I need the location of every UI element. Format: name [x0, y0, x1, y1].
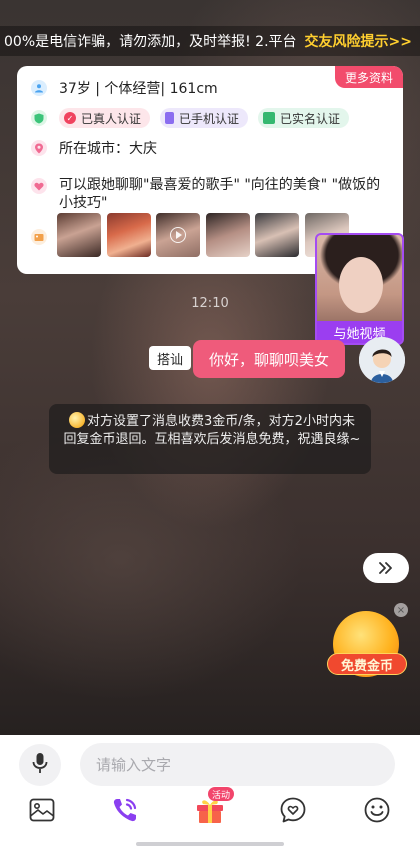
home-indicator — [136, 842, 284, 846]
phone-verified-badge: 已手机认证 — [160, 108, 249, 128]
free-coins-promo[interactable]: 免费金币 × — [327, 603, 408, 683]
activity-badge: 活动 — [208, 787, 235, 801]
album-video[interactable] — [156, 213, 200, 257]
verification-row: ✓ 已真人认证 已手机认证 已实名认证 — [31, 108, 359, 128]
real-person-badge: ✓ 已真人认证 — [59, 108, 151, 128]
gift-button[interactable] — [195, 797, 225, 827]
coin-icon — [69, 412, 86, 428]
system-notice: 对方设置了消息收费3金币/条，对方2小时内未回复金币退回。互相喜欢后发消息免费，… — [49, 404, 371, 474]
id-card-icon — [263, 112, 276, 124]
city-text: 所在城市：大庆 — [59, 141, 157, 157]
avatar[interactable] — [359, 337, 405, 383]
album-photo[interactable] — [57, 213, 101, 257]
chat-options-button[interactable] — [278, 797, 308, 827]
album-photo[interactable] — [255, 213, 299, 257]
album-icon — [31, 229, 47, 245]
message-timestamp: 12:10 — [191, 296, 229, 311]
free-coins-label[interactable]: 免费金币 — [327, 653, 407, 675]
check-icon: ✓ — [64, 112, 76, 124]
voice-input-button[interactable] — [19, 744, 61, 786]
warning-text: 00%是电信诈骗，请勿添加，及时举报! 2.平台 — [4, 34, 297, 50]
scroll-to-bottom-button[interactable] — [363, 553, 409, 583]
phone-call-icon — [111, 796, 139, 828]
fraud-warning-banner: 00%是电信诈骗，请勿添加，及时举报! 2.平台 交友风险提示>> — [0, 26, 420, 56]
smiley-icon — [363, 796, 391, 828]
system-notice-text: 对方设置了消息收费3金币/条，对方2小时内未回复金币退回。互相喜欢后发消息免费，… — [63, 414, 361, 447]
real-person-label: 已真人认证 — [81, 111, 142, 126]
bottom-input-bar: 活动 — [0, 735, 420, 847]
microphone-icon — [32, 752, 48, 778]
topics-row: 可以跟她聊聊"最喜爱的歌手" "向往的美食" "做饭的小技巧" — [31, 176, 391, 212]
phone-verified-label: 已手机认证 — [179, 111, 240, 126]
video-call-thumbnail[interactable]: 与她视频 — [315, 233, 404, 345]
heart-chat-icon — [279, 796, 307, 828]
city-row: 所在城市：大庆 — [31, 138, 157, 158]
basic-info-text: 37岁 | 个体经营| 161cm — [59, 81, 218, 97]
image-icon — [29, 798, 55, 826]
play-icon — [170, 227, 186, 243]
call-button[interactable] — [110, 797, 140, 827]
accost-tag: 搭讪 — [149, 346, 192, 370]
sent-message-bubble[interactable]: 你好，聊聊呗美女 — [193, 340, 345, 378]
realname-verified-badge: 已实名认证 — [258, 108, 350, 128]
double-chevron-right-icon — [378, 559, 394, 578]
more-info-button[interactable]: 更多资料 — [335, 66, 403, 88]
person-icon — [31, 80, 47, 96]
album-photo[interactable] — [106, 213, 151, 257]
risk-tips-link[interactable]: 交友风险提示>> — [297, 31, 420, 51]
close-promo-button[interactable]: × — [394, 603, 408, 617]
realname-verified-label: 已实名认证 — [280, 111, 341, 126]
message-input[interactable] — [80, 743, 395, 786]
album-photo[interactable] — [205, 213, 250, 257]
heart-icon — [31, 178, 47, 194]
location-pin-icon — [31, 140, 47, 156]
image-button[interactable] — [27, 797, 57, 827]
phone-icon — [165, 112, 175, 124]
shield-icon — [31, 110, 47, 126]
basic-info-row: 37岁 | 个体经营| 161cm — [31, 78, 218, 98]
emoji-button[interactable] — [362, 797, 392, 827]
photo-album — [57, 213, 354, 257]
topics-text: 可以跟她聊聊"最喜爱的歌手" "向往的美食" "做饭的小技巧" — [59, 177, 381, 211]
